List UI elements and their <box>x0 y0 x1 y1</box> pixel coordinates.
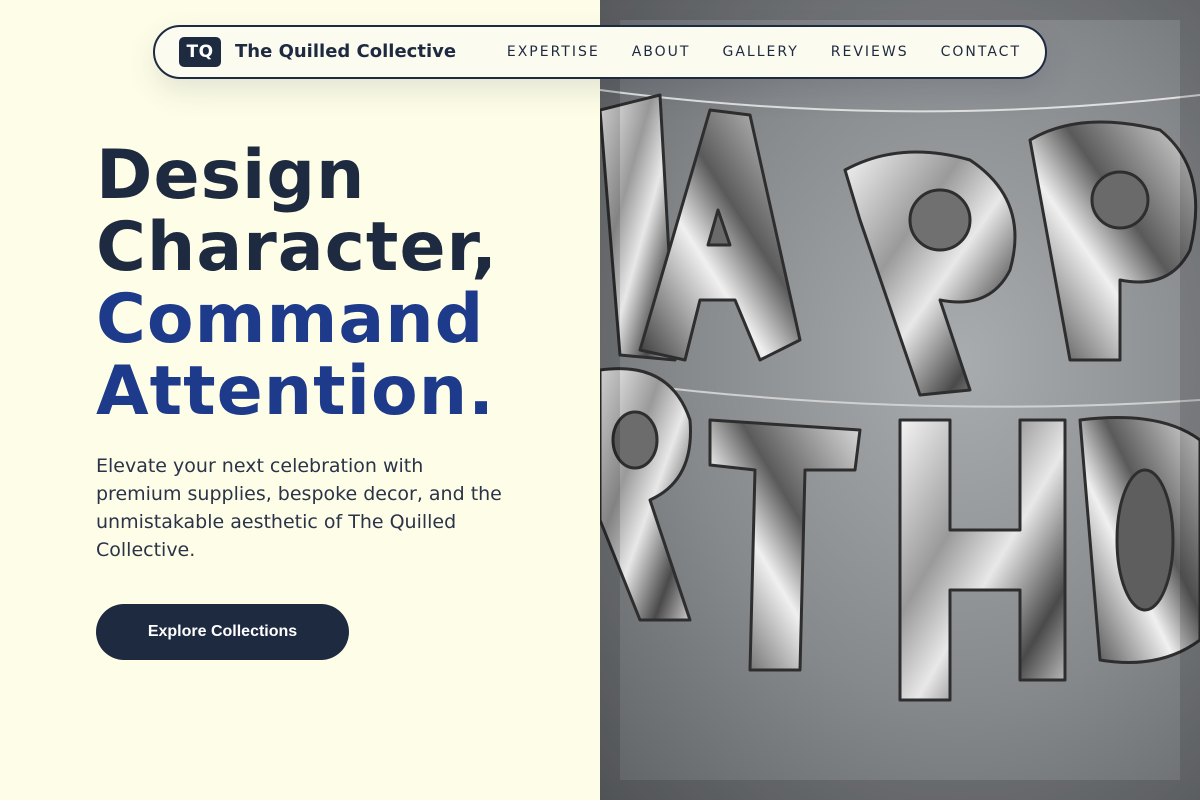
headline-line-4: Attention. <box>96 352 495 431</box>
hero-section: Design Character, Command Attention. Ele… <box>0 0 600 800</box>
nav-link-about[interactable]: ABOUT <box>632 44 691 60</box>
landing-page: Design Character, Command Attention. Ele… <box>0 0 1200 800</box>
headline-line-1: Design <box>96 136 366 215</box>
headline-line-3: Command <box>96 280 485 359</box>
brand-name[interactable]: The Quilled Collective <box>235 41 456 62</box>
balloon-letter-h <box>898 418 1067 702</box>
balloon-letter-a <box>600 93 802 362</box>
foil-balloon-photo <box>600 0 1200 800</box>
brand-logo-badge[interactable]: TQ <box>179 37 221 67</box>
balloon-letter-t-1 <box>708 418 862 672</box>
headline-line-2: Character, <box>96 208 498 287</box>
hero-photo <box>600 0 1200 800</box>
nav-link-contact[interactable]: CONTACT <box>941 44 1021 60</box>
hero-subcopy: Elevate your next celebration with premi… <box>96 455 502 561</box>
balloon-letter-p-2 <box>1028 120 1198 362</box>
nav-link-expertise[interactable]: EXPERTISE <box>507 44 600 60</box>
hero-headline: Design Character, Command Attention. <box>96 140 498 428</box>
nav-link-reviews[interactable]: REVIEWS <box>831 44 909 60</box>
nav-links: EXPERTISE ABOUT GALLERY REVIEWS CONTACT <box>507 44 1021 60</box>
explore-collections-button[interactable]: Explore Collections <box>96 604 349 660</box>
nav-link-gallery[interactable]: GALLERY <box>722 44 798 60</box>
balloon-letter-p-1 <box>843 150 1017 397</box>
top-navigation: TQ The Quilled Collective EXPERTISE ABOU… <box>153 25 1047 79</box>
